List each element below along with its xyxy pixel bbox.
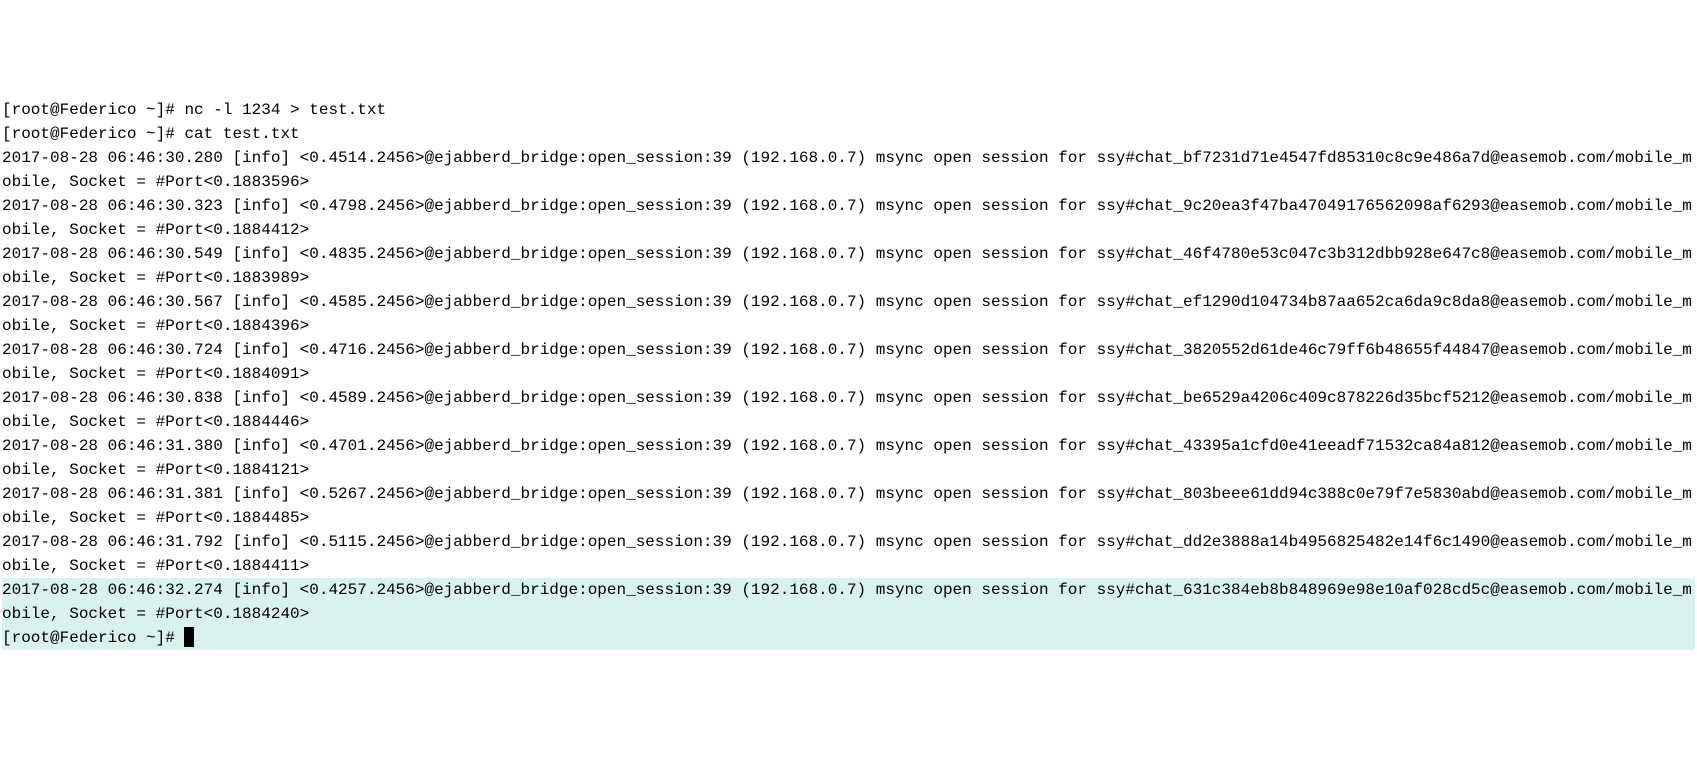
prompt: [root@Federico ~]# <box>2 101 175 119</box>
prompt-line: [root@Federico ~]# <box>2 626 1695 650</box>
log-line: 2017-08-28 06:46:31.380 [info] <0.4701.2… <box>2 434 1695 482</box>
command-line-1: [root@Federico ~]# nc -l 1234 > test.txt <box>2 98 1695 122</box>
log-line: 2017-08-28 06:46:30.549 [info] <0.4835.2… <box>2 242 1695 290</box>
log-line: 2017-08-28 06:46:31.381 [info] <0.5267.2… <box>2 482 1695 530</box>
log-line: 2017-08-28 06:46:30.567 [info] <0.4585.2… <box>2 290 1695 338</box>
log-line: 2017-08-28 06:46:30.323 [info] <0.4798.2… <box>2 194 1695 242</box>
prompt: [root@Federico ~]# <box>2 125 175 143</box>
log-line: 2017-08-28 06:46:30.280 [info] <0.4514.2… <box>2 146 1695 194</box>
command-text: nc -l 1234 > test.txt <box>184 101 386 119</box>
command-text: cat test.txt <box>184 125 299 143</box>
cursor-icon <box>184 627 194 647</box>
log-line: 2017-08-28 06:46:32.274 [info] <0.4257.2… <box>2 578 1695 626</box>
log-line: 2017-08-28 06:46:30.838 [info] <0.4589.2… <box>2 386 1695 434</box>
command-line-2: [root@Federico ~]# cat test.txt <box>2 122 1695 146</box>
log-line: 2017-08-28 06:46:30.724 [info] <0.4716.2… <box>2 338 1695 386</box>
log-line: 2017-08-28 06:46:31.792 [info] <0.5115.2… <box>2 530 1695 578</box>
terminal-output[interactable]: [root@Federico ~]# nc -l 1234 > test.txt… <box>2 98 1695 650</box>
prompt: [root@Federico ~]# <box>2 629 175 647</box>
